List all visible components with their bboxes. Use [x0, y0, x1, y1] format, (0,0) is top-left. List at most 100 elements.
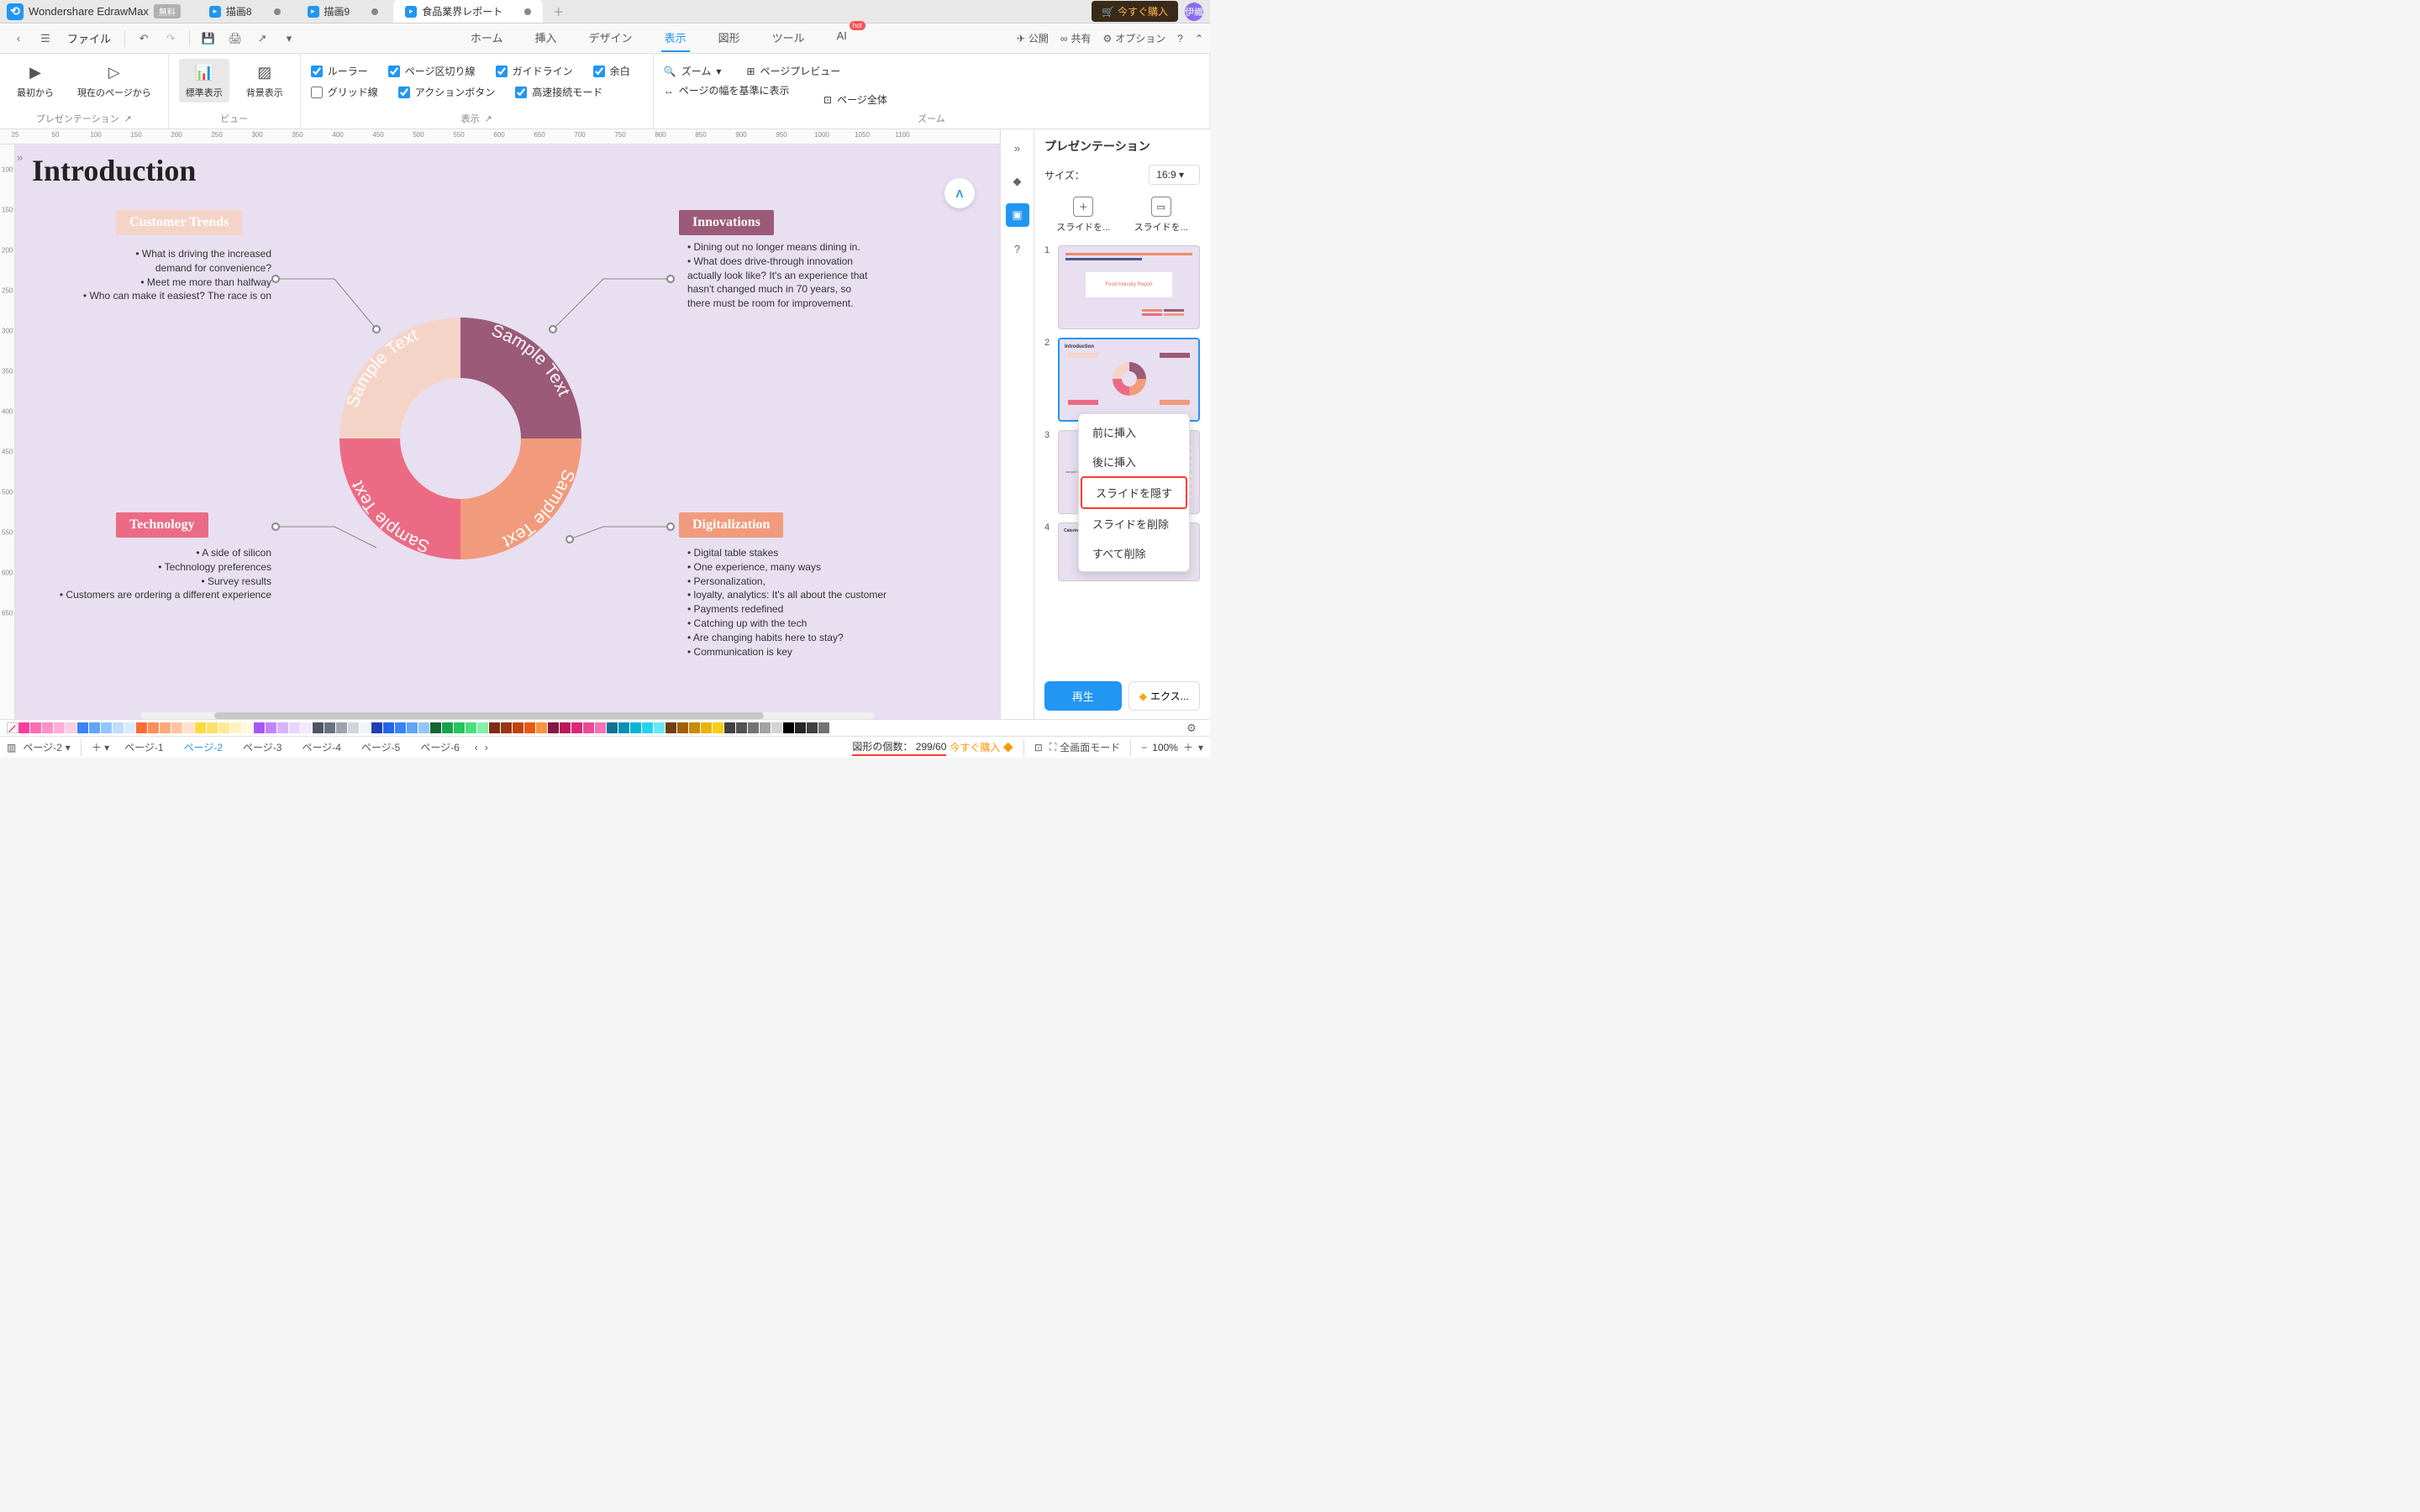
- color-swatch[interactable]: [136, 722, 147, 733]
- color-swatch[interactable]: [818, 722, 829, 733]
- color-swatch[interactable]: [289, 722, 300, 733]
- color-swatch[interactable]: [677, 722, 688, 733]
- add-page[interactable]: ＋ ▾: [92, 740, 109, 754]
- topic-technology[interactable]: Technology: [116, 512, 208, 538]
- color-swatch[interactable]: [113, 722, 124, 733]
- print-button[interactable]: 🖨: [224, 27, 247, 50]
- zoom-dropdown[interactable]: ▾: [1198, 742, 1203, 753]
- color-swatch[interactable]: [442, 722, 453, 733]
- export-button[interactable]: ↗: [250, 27, 274, 50]
- bullets-technology[interactable]: • A side of silicon • Technology prefere…: [15, 546, 271, 602]
- canvas-scrollbar-h[interactable]: [141, 712, 874, 719]
- color-swatch[interactable]: [218, 722, 229, 733]
- color-swatch[interactable]: [30, 722, 41, 733]
- ctx-insert-after[interactable]: 後に挿入: [1079, 447, 1189, 476]
- play-button[interactable]: 再生: [1044, 681, 1122, 711]
- page-preview[interactable]: ⊞ ページプレビュー: [746, 64, 840, 78]
- more-button[interactable]: ▾: [277, 27, 301, 50]
- margin-checkbox[interactable]: 余白: [593, 64, 630, 78]
- layout-icon[interactable]: ▥: [7, 742, 16, 753]
- donut-chart[interactable]: Sample Text Sample Text Sample Text Samp…: [326, 304, 595, 573]
- share-button[interactable]: ∞ 共有: [1060, 31, 1092, 45]
- slide-thumb-1[interactable]: Food Industry Report: [1058, 245, 1200, 329]
- doc-tab-2[interactable]: ▸食品業界レポート: [393, 0, 543, 23]
- grid-checkbox[interactable]: グリッド線: [311, 85, 378, 99]
- quickconnect-checkbox[interactable]: 高速接続モード: [515, 85, 602, 99]
- color-swatch[interactable]: [183, 722, 194, 733]
- color-swatch[interactable]: [407, 722, 418, 733]
- no-fill-swatch[interactable]: [7, 722, 18, 733]
- color-swatch[interactable]: [513, 722, 523, 733]
- color-swatch[interactable]: [77, 722, 88, 733]
- color-swatch[interactable]: [124, 722, 135, 733]
- guideline-checkbox[interactable]: ガイドライン: [496, 64, 573, 78]
- user-avatar[interactable]: 伊織: [1185, 3, 1203, 21]
- add-slide-button-2[interactable]: ▭スライドを...: [1134, 197, 1188, 234]
- color-swatch[interactable]: [571, 722, 582, 733]
- color-swatch[interactable]: [630, 722, 641, 733]
- color-swatch[interactable]: [277, 722, 288, 733]
- help-button[interactable]: ?: [1177, 33, 1183, 45]
- collapse-button[interactable]: ⌃: [1195, 33, 1203, 45]
- color-swatch[interactable]: [42, 722, 53, 733]
- slide-thumb-2[interactable]: Introduction: [1058, 338, 1200, 422]
- color-swatch[interactable]: [254, 722, 265, 733]
- page-dropdown[interactable]: ページ-2 ▾: [23, 740, 70, 754]
- ctx-delete-slide[interactable]: スライドを削除: [1079, 509, 1189, 538]
- color-swatch[interactable]: [395, 722, 406, 733]
- color-swatch[interactable]: [642, 722, 653, 733]
- fullscreen-button[interactable]: ⛶ 全画面モード: [1050, 740, 1120, 754]
- prev-page[interactable]: ‹: [475, 742, 478, 753]
- color-swatch[interactable]: [583, 722, 594, 733]
- ctx-delete-all[interactable]: すべて削除: [1079, 538, 1189, 568]
- color-swatch[interactable]: [466, 722, 476, 733]
- color-swatch[interactable]: [230, 722, 241, 733]
- doc-tab-0[interactable]: ▸描画8: [197, 0, 292, 23]
- color-swatch[interactable]: [18, 722, 29, 733]
- color-swatch[interactable]: [477, 722, 488, 733]
- publish-button[interactable]: ✈ 公開: [1017, 31, 1049, 45]
- standard-view[interactable]: 📊標準表示: [179, 59, 229, 102]
- whole-page[interactable]: ⊡ ページ全体: [823, 92, 887, 107]
- color-swatch[interactable]: [171, 722, 182, 733]
- ctx-hide-slide[interactable]: スライドを隠す: [1081, 476, 1187, 509]
- color-swatch[interactable]: [418, 722, 429, 733]
- color-swatch[interactable]: [360, 722, 371, 733]
- menu-tool[interactable]: ツール: [769, 24, 808, 52]
- rail-presentation-icon[interactable]: ▣: [1006, 203, 1029, 227]
- expand-sidebar-icon[interactable]: »: [17, 151, 23, 164]
- topic-digitalization[interactable]: Digitalization: [679, 512, 783, 538]
- color-swatch[interactable]: [501, 722, 512, 733]
- color-swatch[interactable]: [454, 722, 465, 733]
- zoom-button[interactable]: 🔍 ズーム ▾: [664, 64, 722, 78]
- zoom-out[interactable]: −: [1141, 742, 1147, 753]
- topic-innovations[interactable]: Innovations: [679, 210, 774, 235]
- rail-theme-icon[interactable]: ◆: [1006, 170, 1029, 193]
- color-swatch[interactable]: [54, 722, 65, 733]
- buy-link[interactable]: 今すぐ購入 ◆: [950, 740, 1013, 754]
- slide-title[interactable]: Introduction: [32, 153, 196, 188]
- color-swatch[interactable]: [736, 722, 747, 733]
- color-swatch[interactable]: [724, 722, 735, 733]
- color-swatch[interactable]: [101, 722, 112, 733]
- bullets-customer-trends[interactable]: • What is driving the increased demand f…: [32, 247, 271, 303]
- menu-view[interactable]: 表示: [661, 24, 690, 52]
- menu-shape[interactable]: 図形: [715, 24, 744, 52]
- settings-icon[interactable]: ⚙: [1180, 717, 1203, 740]
- color-swatch[interactable]: [524, 722, 535, 733]
- next-page[interactable]: ›: [485, 742, 488, 753]
- zoom-in[interactable]: ＋: [1183, 740, 1193, 754]
- menu-icon[interactable]: ☰: [34, 27, 57, 50]
- color-swatch[interactable]: [807, 722, 818, 733]
- color-swatch[interactable]: [618, 722, 629, 733]
- bullets-innovations[interactable]: • Dining out no longer means dining in. …: [687, 240, 923, 311]
- color-swatch[interactable]: [336, 722, 347, 733]
- color-swatch[interactable]: [654, 722, 665, 733]
- menu-home[interactable]: ホーム: [467, 24, 507, 52]
- pagebreak-checkbox[interactable]: ページ区切り線: [388, 64, 476, 78]
- page-tab[interactable]: ページ-5: [353, 737, 408, 758]
- expand-icon[interactable]: ↗: [485, 113, 492, 124]
- expand-icon[interactable]: ↗: [124, 113, 132, 124]
- color-swatch[interactable]: [207, 722, 218, 733]
- page-tab[interactable]: ページ-1: [116, 737, 171, 758]
